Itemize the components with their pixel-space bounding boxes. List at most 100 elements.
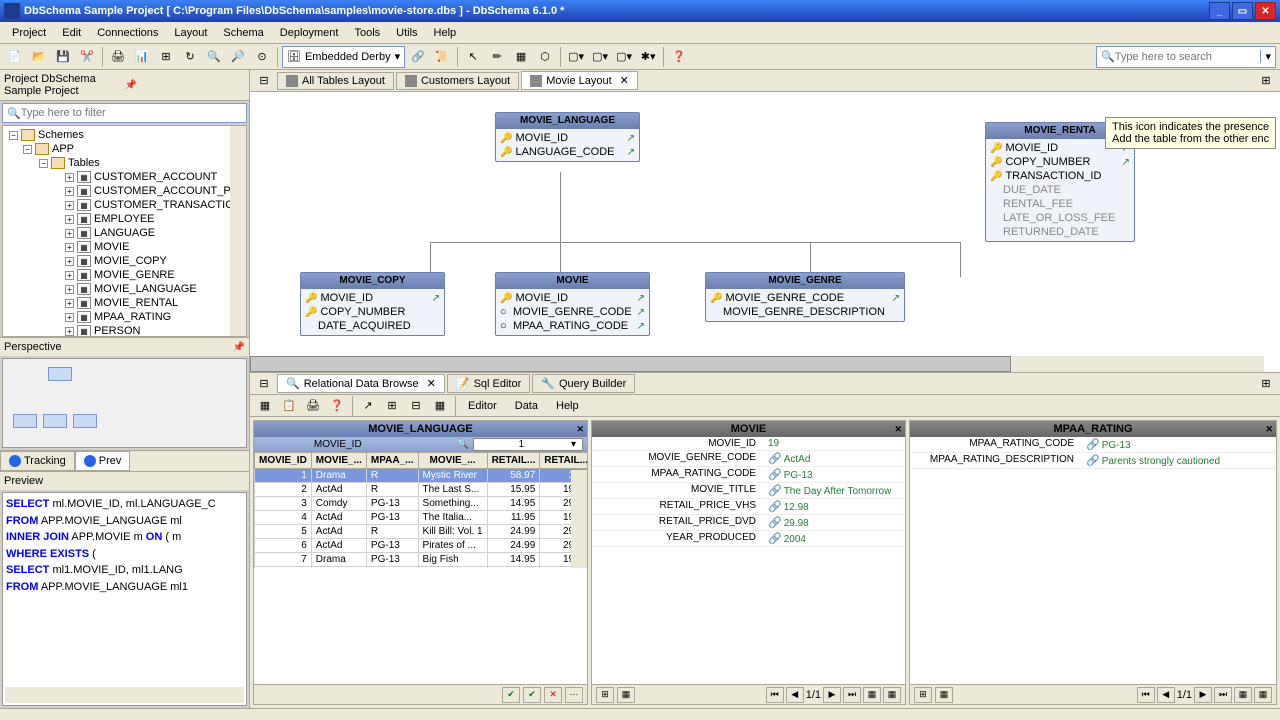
- pin-icon[interactable]: 📌: [233, 342, 245, 353]
- menu-utils[interactable]: Utils: [388, 25, 425, 41]
- nav-icon[interactable]: ⊞: [596, 687, 614, 703]
- column-header[interactable]: MOVIE_...: [311, 453, 366, 469]
- dropdown2-icon[interactable]: ▢▾: [589, 46, 611, 68]
- tree-table-item[interactable]: MOVIE_GENRE: [94, 269, 175, 281]
- entity-movie-genre[interactable]: MOVIE_GENRE 🔑MOVIE_GENRE_CODE↗ MOVIE_GEN…: [705, 272, 905, 322]
- filter-search-icon[interactable]: 🔍: [366, 439, 474, 450]
- menu-help[interactable]: Help: [426, 25, 465, 41]
- zoom-out-icon[interactable]: 🔍: [203, 46, 225, 68]
- diagram-canvas[interactable]: MOVIE_LANGUAGE 🔑MOVIE_ID↗ 🔑LANGUAGE_CODE…: [250, 92, 1280, 373]
- entity-movie-language[interactable]: MOVIE_LANGUAGE 🔑MOVIE_ID↗ 🔑LANGUAGE_CODE…: [495, 112, 640, 162]
- panel-close-icon[interactable]: ✕: [576, 424, 584, 435]
- tool2-icon[interactable]: 📋: [278, 395, 300, 417]
- next-icon[interactable]: ▶: [823, 687, 841, 703]
- first-icon[interactable]: ⏮: [1137, 687, 1155, 703]
- expand-icon[interactable]: +: [65, 229, 74, 238]
- kv-row[interactable]: YEAR_PRODUCED🔗2004: [592, 531, 905, 547]
- zoom-fit-icon[interactable]: ⊙: [251, 46, 273, 68]
- expand-icon[interactable]: +: [65, 299, 74, 308]
- search-dropdown-icon[interactable]: ▾: [1260, 50, 1271, 63]
- submenu-editor[interactable]: Editor: [460, 398, 505, 414]
- close-button[interactable]: ✕: [1255, 2, 1276, 20]
- filter-input[interactable]: [21, 107, 242, 119]
- expand-icon[interactable]: +: [65, 201, 74, 210]
- db-selector[interactable]: 🗄 Embedded Derby ▾: [282, 46, 405, 68]
- refresh-icon[interactable]: ↻: [179, 46, 201, 68]
- expand-icon[interactable]: +: [65, 243, 74, 252]
- db-icon[interactable]: 📜: [431, 46, 453, 68]
- tool6-icon[interactable]: ⊟: [405, 395, 427, 417]
- column-header[interactable]: RETAIL...: [487, 453, 540, 469]
- next-icon[interactable]: ▶: [1194, 687, 1212, 703]
- dropdown1-icon[interactable]: ▢▾: [565, 46, 587, 68]
- save-icon[interactable]: 💾: [52, 46, 74, 68]
- kv-row[interactable]: MOVIE_GENRE_CODE🔗ActAd: [592, 451, 905, 467]
- help-icon[interactable]: ❓: [668, 46, 690, 68]
- menu-edit[interactable]: Edit: [54, 25, 89, 41]
- expand-icon[interactable]: +: [65, 285, 74, 294]
- last-icon[interactable]: ⏭: [1214, 687, 1232, 703]
- grid-vscrollbar[interactable]: [571, 470, 587, 568]
- column-header[interactable]: MPAA_...: [366, 453, 418, 469]
- tab-movie[interactable]: Movie Layout✕: [521, 71, 638, 90]
- close-tab-icon[interactable]: ✕: [427, 377, 436, 390]
- delete-icon[interactable]: ✕: [544, 687, 562, 703]
- table-row[interactable]: 7DramaPG-13Big Fish14.9519.942003: [255, 553, 588, 567]
- new-icon[interactable]: 📄: [4, 46, 26, 68]
- expand-icon[interactable]: +: [65, 215, 74, 224]
- data-grid[interactable]: MOVIE_IDMOVIE_...MPAA_...MOVIE_...RETAIL…: [254, 452, 587, 568]
- tab-sql-editor[interactable]: 📝Sql Editor: [447, 374, 530, 393]
- kv-row[interactable]: RETAIL_PRICE_DVD🔗29.98: [592, 515, 905, 531]
- kv-row[interactable]: MOVIE_ID19: [592, 437, 905, 451]
- settings-icon[interactable]: ✱▾: [637, 46, 659, 68]
- zoom-in-icon[interactable]: 🔎: [227, 46, 249, 68]
- close-tab-icon[interactable]: ✕: [620, 74, 629, 87]
- project-tree[interactable]: −Schemes −APP −Tables +▦CUSTOMER_ACCOUNT…: [2, 125, 247, 337]
- gridview2-icon[interactable]: ▦: [883, 687, 901, 703]
- menu-schema[interactable]: Schema: [215, 25, 271, 41]
- expand-icon[interactable]: +: [65, 327, 74, 336]
- entity-movie-copy[interactable]: MOVIE_COPY 🔑MOVIE_ID↗ 🔑COPY_NUMBER DATE_…: [300, 272, 445, 336]
- table-row[interactable]: 8ActAdRMan on Fire50.9929.982004: [255, 567, 588, 569]
- expand-icon[interactable]: ⊞: [1255, 373, 1277, 395]
- collapse-icon[interactable]: ⊟: [253, 373, 275, 395]
- tab-customers[interactable]: Customers Layout: [396, 72, 519, 90]
- checkdb-icon[interactable]: ✔: [523, 687, 541, 703]
- link-icon[interactable]: ⬡: [534, 46, 556, 68]
- table-row[interactable]: 1DramaRMystic River58.9719.92003: [255, 469, 588, 483]
- tree-tables[interactable]: Tables: [68, 157, 100, 169]
- tree-table-item[interactable]: MOVIE_RENTAL: [94, 297, 178, 309]
- pin-icon[interactable]: 📌: [125, 80, 246, 91]
- dropdown-icon[interactable]: ▾: [528, 439, 580, 450]
- tree-scrollbar[interactable]: [230, 126, 246, 336]
- expand-icon[interactable]: +: [65, 271, 74, 280]
- tree-table-item[interactable]: MOVIE_LANGUAGE: [94, 283, 197, 295]
- menu-project[interactable]: Project: [4, 25, 54, 41]
- tree-filter[interactable]: 🔍: [2, 103, 247, 123]
- tree-schemes[interactable]: Schemes: [38, 129, 84, 141]
- panel-close-icon[interactable]: ✕: [894, 424, 902, 435]
- last-icon[interactable]: ⏭: [843, 687, 861, 703]
- nav2-icon[interactable]: ▦: [617, 687, 635, 703]
- tool7-icon[interactable]: ▦: [429, 395, 451, 417]
- more-icon[interactable]: ⋯: [565, 687, 583, 703]
- column-header[interactable]: MOVIE_ID: [255, 453, 312, 469]
- gridview2-icon[interactable]: ▦: [1254, 687, 1272, 703]
- table-row[interactable]: 3ComdyPG-13Something...14.9529.992003: [255, 497, 588, 511]
- help2-icon[interactable]: ❓: [326, 395, 348, 417]
- search-input[interactable]: [1115, 51, 1261, 63]
- tool5-icon[interactable]: ⊞: [381, 395, 403, 417]
- column-header[interactable]: RETAIL...: [540, 453, 587, 469]
- cut-icon[interactable]: ✂️: [76, 46, 98, 68]
- table-row[interactable]: 5ActAdRKill Bill: Vol. 124.9929.992003: [255, 525, 588, 539]
- collapse-icon[interactable]: −: [9, 131, 18, 140]
- table-icon[interactable]: ▦: [510, 46, 532, 68]
- export-icon[interactable]: 📊: [131, 46, 153, 68]
- prev-tab[interactable]: Prev: [75, 451, 131, 471]
- submenu-help[interactable]: Help: [548, 398, 587, 414]
- collapse-icon[interactable]: −: [39, 159, 48, 168]
- tab-rdb[interactable]: 🔍Relational Data Browse✕: [277, 374, 445, 393]
- menu-connections[interactable]: Connections: [89, 25, 166, 41]
- connect-icon[interactable]: 🔗: [407, 46, 429, 68]
- diagram-hscrollbar[interactable]: [250, 356, 1264, 372]
